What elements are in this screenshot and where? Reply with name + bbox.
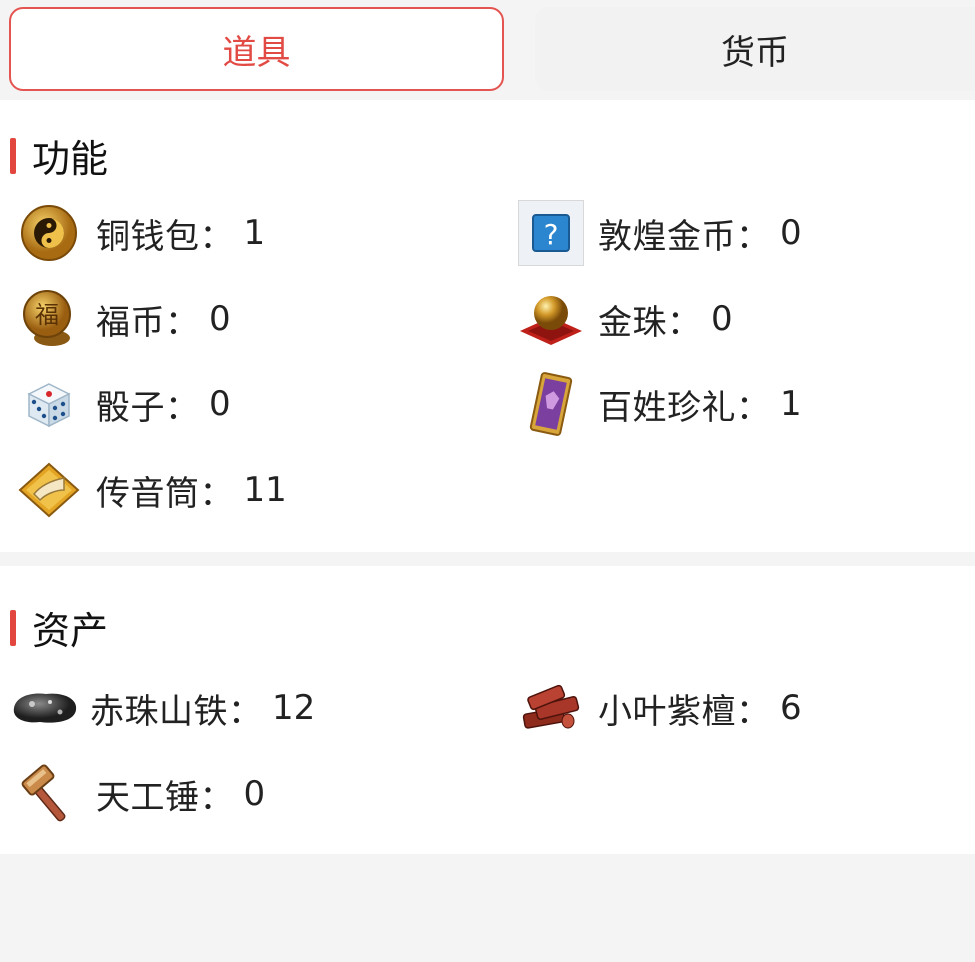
yin-yang-coin-icon	[16, 200, 82, 266]
iron-ore-icon	[8, 675, 82, 741]
item-separator: ：	[736, 216, 770, 257]
item-count: 0	[711, 299, 733, 339]
item-separator: ：	[199, 473, 234, 514]
item-count: 1	[243, 213, 266, 253]
item-count: 6	[780, 688, 802, 728]
item-separator: ：	[667, 302, 701, 343]
item-separator: ：	[199, 216, 234, 257]
gift-card-icon	[518, 371, 584, 437]
svg-text:福: 福	[35, 301, 59, 329]
item-separator: ：	[199, 777, 234, 818]
item-separator: ：	[165, 387, 199, 428]
list-item[interactable]: ? 敦煌金币 ： 0	[518, 193, 802, 273]
item-count: 1	[780, 384, 802, 424]
item-name: 传音筒	[96, 473, 200, 514]
wood-logs-icon	[518, 675, 584, 741]
list-item[interactable]: 小叶紫檀 ： 6	[518, 668, 802, 748]
item-separator: ：	[165, 302, 199, 343]
item-name: 赤珠山铁	[90, 691, 228, 732]
item-name: 百姓珍礼	[598, 387, 736, 428]
item-count: 11	[243, 470, 287, 510]
svg-text:?: ?	[544, 218, 559, 251]
section-title-text: 功能	[32, 137, 109, 181]
list-item[interactable]: 金珠 ： 0	[518, 279, 733, 359]
section-title-text: 资产	[32, 609, 109, 653]
list-item[interactable]: 铜钱包 ： 1	[16, 193, 265, 273]
list-item[interactable]: 福 福币 ： 0	[16, 279, 231, 359]
fu-coin-icon: 福	[16, 286, 82, 352]
list-item[interactable]: 骰子 ： 0	[16, 364, 231, 444]
item-count: 0	[243, 774, 266, 814]
list-item[interactable]: 天工锤 ： 0	[16, 754, 265, 834]
gold-pearl-icon	[518, 286, 584, 352]
tab-currency[interactable]: 货币	[535, 7, 975, 91]
tab-items[interactable]: 道具	[9, 7, 504, 91]
item-name: 天工锤	[96, 777, 200, 818]
item-name: 敦煌金币	[598, 216, 736, 257]
unknown-item-icon: ?	[518, 200, 584, 266]
section-accent-bar	[10, 137, 16, 174]
section-accent-bar	[10, 609, 16, 646]
item-count: 0	[780, 213, 802, 253]
item-count: 12	[272, 688, 316, 728]
item-separator: ：	[228, 691, 262, 732]
list-item[interactable]: 传音筒 ： 11	[16, 450, 287, 530]
item-name: 小叶紫檀	[598, 691, 736, 732]
item-count: 0	[209, 299, 231, 339]
item-name: 福币	[96, 302, 165, 343]
section-title-functions: 功能	[10, 128, 108, 183]
hammer-icon	[16, 761, 82, 827]
list-item[interactable]: 百姓珍礼 ： 1	[518, 364, 802, 444]
list-item[interactable]: 赤珠山铁 ： 12	[8, 668, 315, 748]
item-count: 0	[209, 384, 231, 424]
item-separator: ：	[736, 387, 770, 428]
item-separator: ：	[736, 691, 770, 732]
dice-icon	[16, 371, 82, 437]
section-title-assets: 资产	[10, 600, 108, 655]
horn-icon	[16, 457, 82, 523]
item-name: 铜钱包	[96, 216, 200, 257]
item-name: 骰子	[96, 387, 165, 428]
item-name: 金珠	[598, 302, 667, 343]
